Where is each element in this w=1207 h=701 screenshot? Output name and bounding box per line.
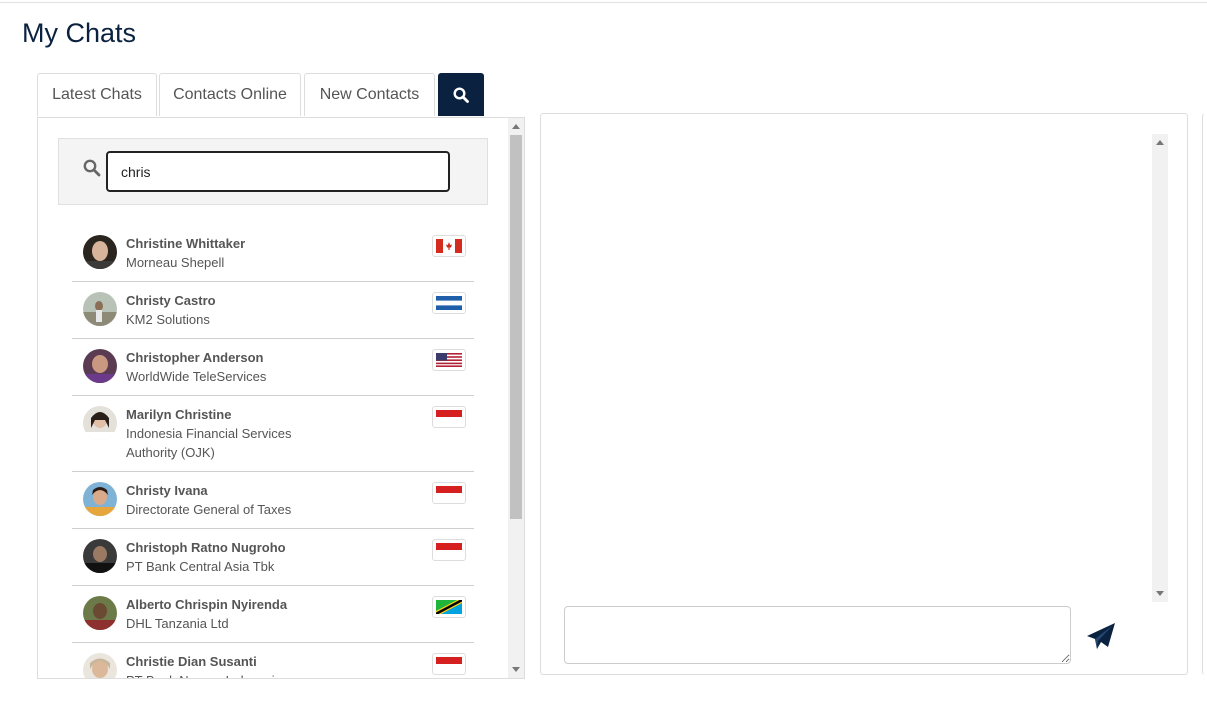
contact-organization: DHL Tanzania Ltd — [126, 616, 229, 631]
contact-organization: Indonesia Financial Services Authority (… — [126, 426, 292, 460]
scroll-up-arrow-icon[interactable] — [1156, 140, 1164, 145]
contact-name: Christy Ivana — [126, 483, 208, 498]
contact-organization: Directorate General of Taxes — [126, 502, 292, 517]
tab-latest-chats[interactable]: Latest Chats — [37, 73, 157, 116]
paper-plane-icon[interactable] — [1086, 622, 1116, 650]
contact-search-input[interactable] — [106, 151, 450, 192]
scroll-down-arrow-icon[interactable] — [512, 667, 520, 672]
scroll-down-arrow-icon[interactable] — [1156, 591, 1164, 596]
indonesia-flag-icon — [432, 482, 466, 504]
contact-organization: PT Bank Central Asia Tbk — [126, 559, 275, 574]
contact-row[interactable]: Christine Whittaker Morneau Shepell — [72, 225, 474, 282]
tab-search[interactable] — [438, 73, 484, 116]
page-title: My Chats — [22, 18, 137, 48]
avatar — [83, 482, 117, 516]
avatar — [83, 596, 117, 630]
contact-organization: KM2 Solutions — [126, 312, 210, 327]
avatar — [83, 539, 117, 573]
chat-conversation-panel — [540, 113, 1188, 675]
canada-flag-icon — [432, 235, 466, 257]
contact-row[interactable]: Christy Ivana Directorate General of Tax… — [72, 472, 474, 529]
contact-row[interactable]: Marilyn Christine Indonesia Financial Se… — [72, 396, 474, 472]
contact-name: Christoph Ratno Nugroho — [126, 540, 286, 555]
chat-scrollbar[interactable] — [1152, 134, 1168, 602]
contact-search-box — [58, 138, 488, 205]
contact-results-list: Christine Whittaker Morneau Shepell Chri… — [72, 225, 474, 678]
contacts-scrollbar[interactable] — [508, 118, 524, 678]
scroll-up-arrow-icon[interactable] — [512, 124, 520, 129]
contact-name: Christie Dian Susanti — [126, 654, 257, 669]
tab-contacts-online[interactable]: Contacts Online — [159, 73, 301, 116]
honduras-flag-icon — [432, 292, 466, 314]
contact-name: Christy Castro — [126, 293, 216, 308]
indonesia-flag-icon — [432, 539, 466, 561]
avatar — [83, 292, 117, 326]
scrollbar-thumb[interactable] — [510, 135, 522, 519]
contact-name: Marilyn Christine — [126, 407, 232, 422]
avatar — [83, 406, 117, 440]
contact-row[interactable]: Christie Dian Susanti PT Bank Negara Ind… — [72, 643, 474, 678]
contact-name: Alberto Chrispin Nyirenda — [126, 597, 288, 612]
contact-row[interactable]: Alberto Chrispin Nyirenda DHL Tanzania L… — [72, 586, 474, 643]
usa-flag-icon — [432, 349, 466, 371]
contact-organization: WorldWide TeleServices — [126, 369, 267, 384]
message-input[interactable] — [564, 606, 1071, 664]
tanzania-flag-icon — [432, 596, 466, 618]
contact-organization: Morneau Shepell — [126, 255, 225, 270]
search-icon — [453, 87, 469, 103]
indonesia-flag-icon — [432, 406, 466, 428]
top-divider — [0, 2, 1207, 3]
contact-row[interactable]: Christopher Anderson WorldWide TeleServi… — [72, 339, 474, 396]
avatar — [83, 349, 117, 383]
avatar — [83, 235, 117, 269]
search-icon — [83, 159, 101, 177]
contact-row[interactable]: Christy Castro KM2 Solutions — [72, 282, 474, 339]
contacts-panel: Christine Whittaker Morneau Shepell Chri… — [37, 117, 525, 679]
contact-organization: PT Bank Negara Indonesia — [126, 671, 306, 678]
contact-row[interactable]: Christoph Ratno Nugroho PT Bank Central … — [72, 529, 474, 586]
avatar — [83, 653, 117, 678]
contact-name: Christopher Anderson — [126, 350, 264, 365]
contact-name: Christine Whittaker — [126, 236, 246, 251]
side-panel-edge — [1202, 113, 1207, 675]
tab-new-contacts[interactable]: New Contacts — [304, 73, 435, 116]
indonesia-flag-icon — [432, 653, 466, 675]
